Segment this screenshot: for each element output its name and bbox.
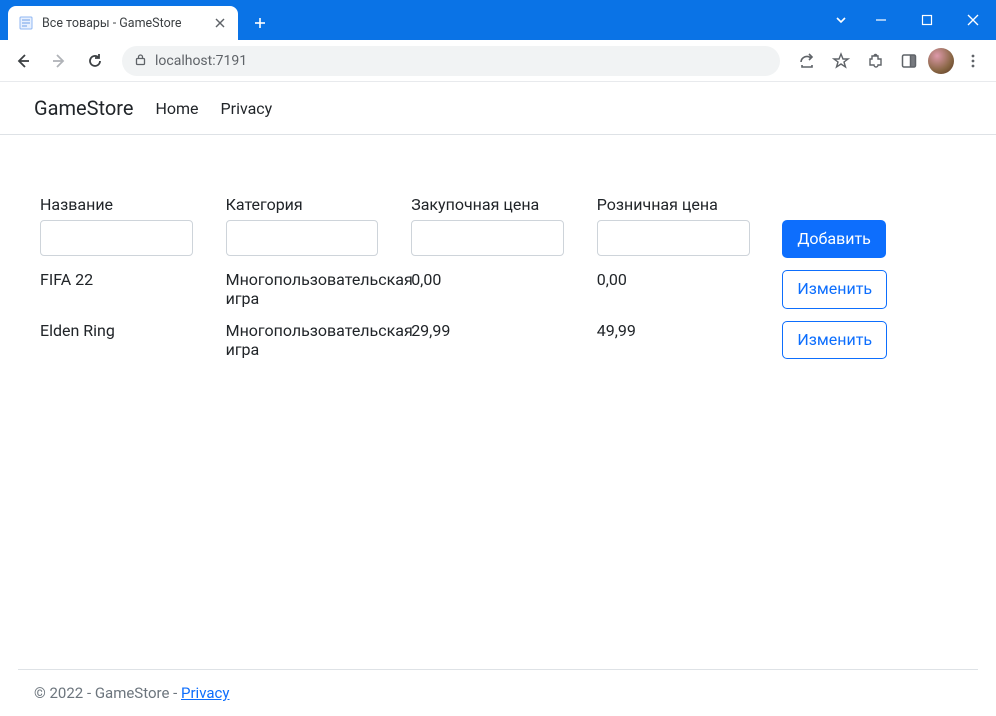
bookmark-button[interactable] <box>826 46 856 76</box>
nav-back-button[interactable] <box>8 46 38 76</box>
table-row: Elden Ring Многопользовательская игра 29… <box>34 315 962 365</box>
table-input-row: Добавить <box>34 220 962 264</box>
url-host: localhost: <box>155 53 216 69</box>
cell-retail-price: 0,00 <box>591 264 777 314</box>
page-body: GameStore Home Privacy Название Категори… <box>0 82 996 716</box>
browser-tab[interactable]: Все товары - GameStore <box>8 6 238 40</box>
close-tab-button[interactable] <box>212 15 228 31</box>
cell-purchase-price: 29,99 <box>405 315 591 365</box>
nav-reload-button[interactable] <box>80 46 110 76</box>
cell-name: Elden Ring <box>34 315 220 365</box>
header-category: Категория <box>220 195 406 220</box>
address-bar[interactable]: localhost:7191 <box>122 46 780 76</box>
browser-menu-button[interactable] <box>958 46 988 76</box>
name-input[interactable] <box>40 220 193 256</box>
category-input[interactable] <box>226 220 379 256</box>
tab-favicon-icon <box>18 15 34 31</box>
cell-category: Многопользовательская игра <box>220 315 406 365</box>
browser-toolbar: localhost:7191 <box>0 40 996 82</box>
window-close-button[interactable] <box>950 4 996 36</box>
profile-avatar[interactable] <box>928 48 954 74</box>
window-maximize-button[interactable] <box>904 4 950 36</box>
main-content: Название Категория Закупочная цена Розни… <box>18 135 978 669</box>
cell-purchase-price: 0,00 <box>405 264 591 314</box>
footer-text: © 2022 - GameStore - <box>34 684 181 702</box>
new-tab-button[interactable] <box>246 9 274 37</box>
url-port: 7191 <box>216 53 247 69</box>
add-button[interactable]: Добавить <box>782 220 885 258</box>
url-text[interactable]: localhost:7191 <box>155 53 768 69</box>
nav-home-link[interactable]: Home <box>155 99 198 118</box>
side-panel-button[interactable] <box>894 46 924 76</box>
nav-privacy-link[interactable]: Privacy <box>221 99 273 118</box>
lock-icon <box>134 51 147 70</box>
cell-retail-price: 49,99 <box>591 315 777 365</box>
purchase-price-input[interactable] <box>411 220 564 256</box>
edit-button[interactable]: Изменить <box>782 270 887 308</box>
header-retail-price: Розничная цена <box>591 195 777 220</box>
nav-forward-button[interactable] <box>44 46 74 76</box>
cell-name: FIFA 22 <box>34 264 220 314</box>
header-name: Название <box>34 195 220 220</box>
cell-category: Многопользовательская игра <box>220 264 406 314</box>
edit-button[interactable]: Изменить <box>782 321 887 359</box>
browser-titlebar: Все товары - GameStore <box>0 0 996 40</box>
table-row: FIFA 22 Многопользовательская игра 0,00 … <box>34 264 962 314</box>
footer-privacy-link[interactable]: Privacy <box>181 684 229 702</box>
extensions-button[interactable] <box>860 46 890 76</box>
brand[interactable]: GameStore <box>34 96 133 120</box>
window-controls <box>824 0 996 40</box>
site-footer: © 2022 - GameStore - Privacy <box>18 669 978 716</box>
header-purchase-price: Закупочная цена <box>405 195 591 220</box>
tab-search-button[interactable] <box>824 4 858 36</box>
products-table: Название Категория Закупочная цена Розни… <box>34 195 962 365</box>
retail-price-input[interactable] <box>597 220 750 256</box>
table-header-row: Название Категория Закупочная цена Розни… <box>34 195 962 220</box>
site-navbar: GameStore Home Privacy <box>0 82 996 135</box>
tab-title: Все товары - GameStore <box>42 16 204 31</box>
share-button[interactable] <box>792 46 822 76</box>
window-minimize-button[interactable] <box>858 4 904 36</box>
